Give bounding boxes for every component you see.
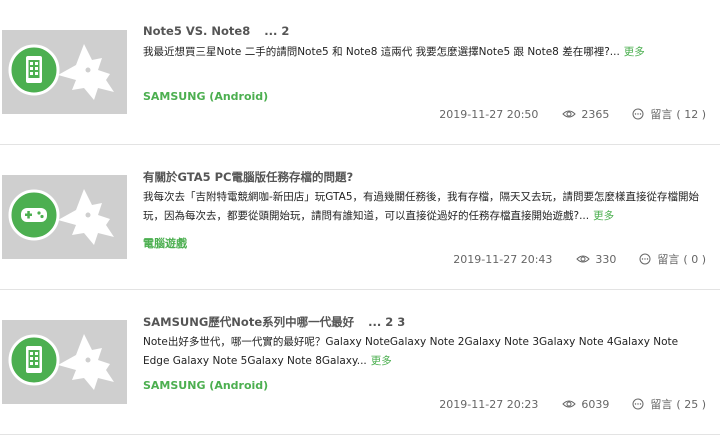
excerpt-text: 我每次去「吉附特電競網咖-新田店」玩GTA5，有過幾關任務後，我有存檔，隔天又去… (143, 191, 700, 222)
comment-count-value: ( 12 ) (676, 107, 706, 121)
post-excerpt: Note出好多世代，哪一代實的最好呢？Galaxy NoteGalaxy Not… (143, 333, 703, 371)
post-title-link[interactable]: 有關於GTA5 PC電腦版任務存檔的問題? (143, 170, 353, 184)
post-title[interactable]: 有關於GTA5 PC電腦版任務存檔的問題? (143, 169, 353, 185)
post-category[interactable]: SAMSUNG (Android) (143, 379, 268, 392)
post-meta: 2019-11-27 20:43 330 留言 ( 0 ) (453, 251, 706, 267)
phone-icon (8, 44, 114, 100)
eye-icon (576, 255, 591, 263)
post-title-link[interactable]: SAMSUNG歷代Note系列中哪一代最好 (143, 315, 354, 329)
post-date: 2019-11-27 20:50 (439, 107, 539, 121)
more-link[interactable]: 更多 (593, 210, 614, 222)
post-excerpt: 我每次去「吉附特電競網咖-新田店」玩GTA5，有過幾關任務後，我有存檔，隔天又去… (143, 188, 703, 226)
view-count: 6039 (562, 398, 609, 411)
gamepad-icon (8, 189, 114, 245)
post-item: Note5 VS. Note8 ... 2 我最近想買三星Note 二手的請問No… (0, 0, 720, 145)
post-meta: 2019-11-27 20:23 6039 留言 ( 25 ) (439, 396, 706, 412)
comment-count[interactable]: 留言 ( 25 ) (631, 396, 706, 412)
post-category[interactable]: SAMSUNG (Android) (143, 90, 268, 103)
view-count-value: 2365 (581, 107, 610, 121)
page-link[interactable]: 3 (397, 315, 405, 329)
page-links: ... 2 3 (364, 315, 405, 329)
page-ellipsis: ... (368, 315, 382, 329)
comment-icon (632, 108, 644, 120)
comment-icon (639, 253, 651, 265)
comment-label: 留言 (657, 253, 680, 266)
view-count-value: 6039 (581, 397, 610, 411)
comment-count[interactable]: 留言 ( 0 ) (638, 251, 706, 267)
post-title[interactable]: SAMSUNG歷代Note系列中哪一代最好 ... 2 3 (143, 314, 405, 330)
eye-icon (562, 400, 577, 408)
more-link[interactable]: 更多 (624, 46, 645, 58)
post-thumbnail[interactable] (2, 320, 127, 404)
post-excerpt: 我最近想買三星Note 二手的請問Note5 和 Note8 這兩代 我要怎麼選… (143, 43, 703, 62)
excerpt-text: 我最近想買三星Note 二手的請問Note5 和 Note8 這兩代 我要怎麼選… (143, 46, 620, 58)
view-count: 330 (576, 253, 616, 266)
comment-label: 留言 (650, 108, 673, 121)
post-thumbnail[interactable] (2, 175, 127, 259)
view-count-value: 330 (595, 252, 617, 266)
post-title[interactable]: Note5 VS. Note8 ... 2 (143, 24, 289, 38)
post-date: 2019-11-27 20:23 (439, 397, 539, 411)
page-ellipsis: ... (264, 24, 278, 38)
post-date: 2019-11-27 20:43 (453, 252, 553, 266)
phone-icon (8, 334, 114, 390)
view-count: 2365 (562, 108, 609, 121)
post-title-link[interactable]: Note5 VS. Note8 (143, 24, 250, 38)
page-link[interactable]: 2 (281, 24, 289, 38)
post-item: 有關於GTA5 PC電腦版任務存檔的問題? 我每次去「吉附特電競網咖-新田店」玩… (0, 145, 720, 290)
post-item: SAMSUNG歷代Note系列中哪一代最好 ... 2 3 Note出好多世代，哪一… (0, 290, 720, 435)
excerpt-text: Note出好多世代，哪一代實的最好呢？Galaxy NoteGalaxy Not… (143, 336, 679, 367)
divider (0, 434, 720, 435)
comment-icon (632, 398, 644, 410)
page-link[interactable]: 2 (385, 315, 393, 329)
comment-count-value: ( 25 ) (676, 397, 706, 411)
eye-icon (562, 110, 577, 118)
comment-count-value: ( 0 ) (683, 252, 706, 266)
comment-count[interactable]: 留言 ( 12 ) (631, 106, 706, 122)
post-meta: 2019-11-27 20:50 2365 留言 ( 12 ) (439, 106, 706, 122)
post-category[interactable]: 電腦遊戲 (143, 235, 187, 251)
more-link[interactable]: 更多 (371, 355, 392, 367)
comment-label: 留言 (650, 398, 673, 411)
page-links: ... 2 (260, 24, 289, 38)
post-thumbnail[interactable] (2, 30, 127, 114)
